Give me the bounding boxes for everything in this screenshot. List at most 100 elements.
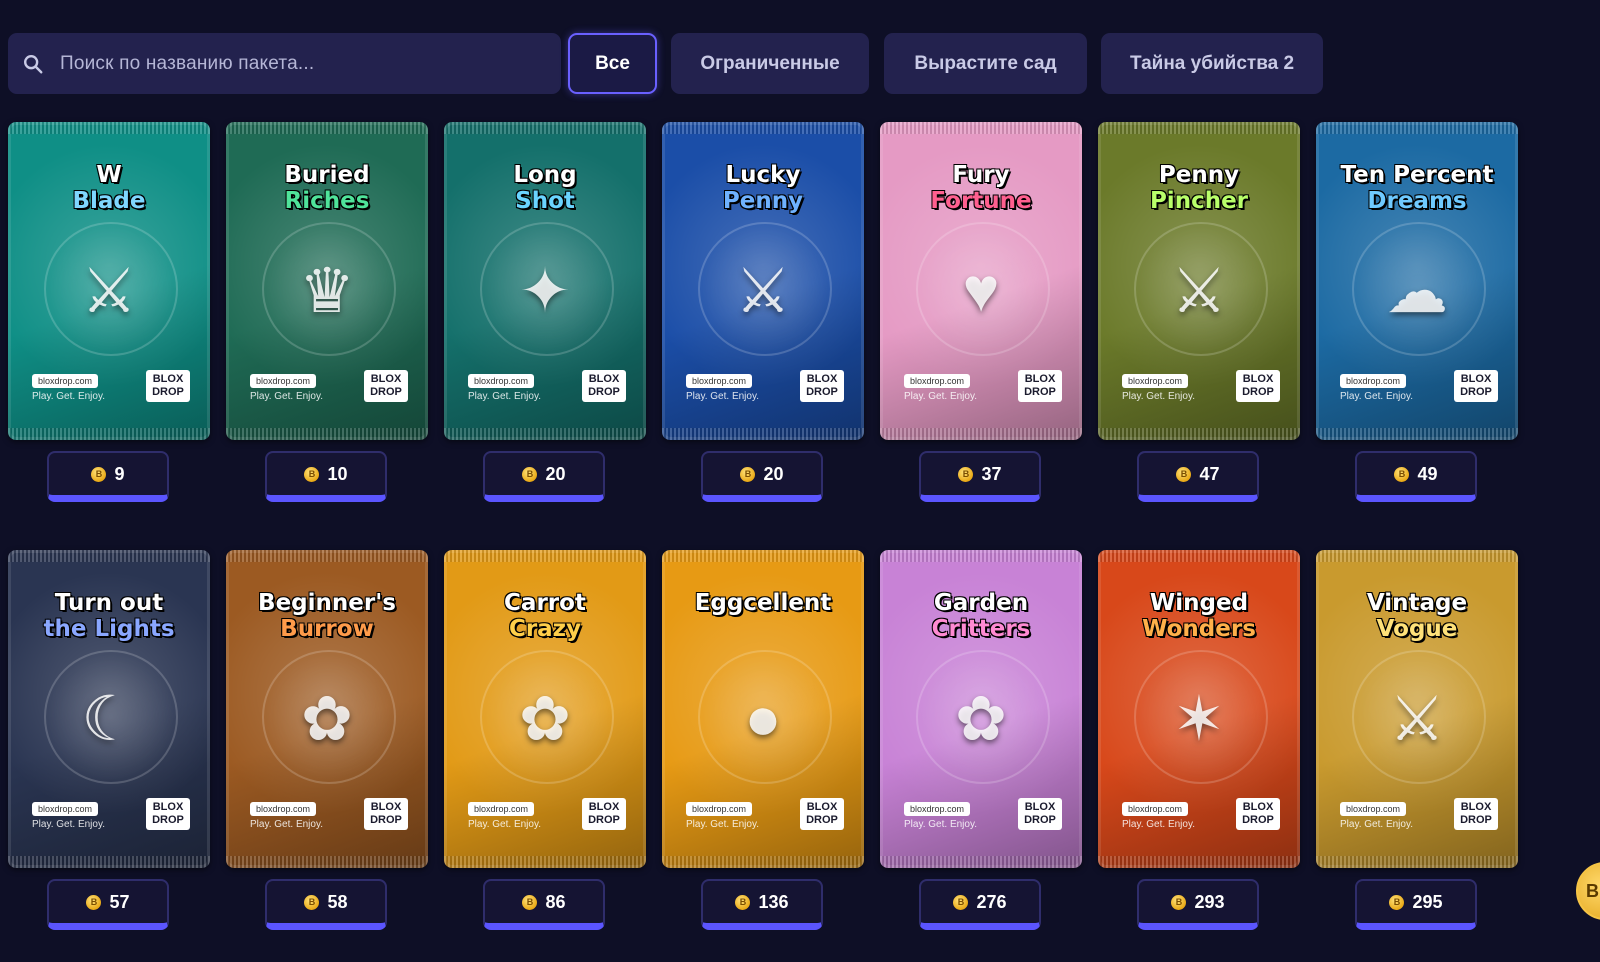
pack-price-button[interactable]: B 58 [265,879,387,930]
pack-site-label: bloxdrop.com [1340,374,1407,388]
pack-title-line1: Fury [952,162,1010,188]
pack-item-icon: ☾ [81,684,137,754]
pack-price-button[interactable]: B 49 [1355,451,1477,502]
pack-title-line1: Winged [1149,590,1249,616]
pack-image[interactable]: Buried Riches ♛ bloxdrop.com Play. Get. … [226,122,428,440]
logo-line1: BLOX [806,801,838,813]
pack-slogan: Play. Get. Enjoy. [468,819,541,830]
coin-icon: B [1394,466,1410,482]
pack-title-line2: Dreams [1367,188,1467,214]
pack-image[interactable]: Ten Percent Dreams ☁ bloxdrop.com Play. … [1316,122,1518,440]
pack-image[interactable]: Carrot Crazy ✿ bloxdrop.com Play. Get. E… [444,550,646,868]
pack-price: 136 [758,891,789,912]
pack-price: 58 [327,891,348,912]
bloxdrop-logo: BLOX DROP [1236,798,1280,830]
pack-title: Ten Percent Dreams [1316,162,1518,214]
search-input[interactable]: Поиск по названию пакета... [8,33,561,94]
pack-site-label: bloxdrop.com [686,374,753,388]
bloxdrop-logo: BLOX DROP [364,370,408,402]
pack-crimp-bottom [8,428,210,440]
pack-price-button[interactable]: B 86 [483,879,605,930]
pack-item-icon: ♛ [299,256,355,326]
pack-price-button[interactable]: B 47 [1137,451,1259,502]
pack-price-button[interactable]: B 295 [1355,879,1477,930]
pack-price-button[interactable]: B 20 [701,451,823,502]
bloxdrop-logo: BLOX DROP [1454,798,1498,830]
pack-image[interactable]: Beginner's Burrow ✿ bloxdrop.com Play. G… [226,550,428,868]
pack-image[interactable]: Eggcellent ● bloxdrop.com Play. Get. Enj… [662,550,864,868]
pack-image[interactable]: Long Shot ✦ bloxdrop.com Play. Get. Enjo… [444,122,646,440]
bloxdrop-logo: BLOX DROP [146,798,190,830]
filter-tab-all[interactable]: Все [568,33,657,94]
pack-title: Garden Critters [880,590,1082,642]
pack-item-icon: ✿ [955,684,1007,754]
pack-price: 276 [976,891,1007,912]
logo-line1: BLOX [588,373,620,385]
pack-crimp-bottom [880,856,1082,868]
pack-title-line1: Garden [933,590,1029,616]
pack-title-line2: Shot [515,188,575,214]
pack-title-line1: Buried [284,162,370,188]
bloxdrop-logo: BLOX DROP [146,370,190,402]
pack-price-button[interactable]: B 37 [919,451,1041,502]
pack-title-line2: Pincher [1149,188,1249,214]
pack-crimp-top [880,550,1082,562]
pack-slogan: Play. Get. Enjoy. [1340,819,1413,830]
pack-image[interactable]: Fury Fortune ♥ bloxdrop.com Play. Get. E… [880,122,1082,440]
pack-price: 295 [1412,891,1443,912]
pack-image[interactable]: W Blade ⚔ bloxdrop.com Play. Get. Enjoy.… [8,122,210,440]
logo-line2: DROP [1460,814,1492,826]
filter-tab-murder-mystery-2[interactable]: Тайна убийства 2 [1101,33,1323,94]
pack-site-label: bloxdrop.com [468,374,535,388]
pack-price-button[interactable]: B 9 [47,451,169,502]
pack-crimp-top [8,550,210,562]
pack-slogan: Play. Get. Enjoy. [686,391,759,402]
logo-line1: BLOX [152,801,184,813]
pack-image[interactable]: Winged Wonders ✶ bloxdrop.com Play. Get.… [1098,550,1300,868]
pack-slogan: Play. Get. Enjoy. [1122,391,1195,402]
pack-site-label: bloxdrop.com [1122,802,1189,816]
logo-line2: DROP [1024,814,1056,826]
logo-line1: BLOX [806,373,838,385]
pack-site-label: bloxdrop.com [32,374,99,388]
pack-site-label: bloxdrop.com [686,802,753,816]
pack-title: Lucky Penny [662,162,864,214]
pack-site-label: bloxdrop.com [904,374,971,388]
pack-crimp-top [1316,550,1518,562]
pack-price-button[interactable]: B 57 [47,879,169,930]
bloxdrop-logo: BLOX DROP [364,798,408,830]
logo-line1: BLOX [1460,801,1492,813]
pack-price: 47 [1199,463,1220,484]
logo-line2: DROP [1242,814,1274,826]
filter-tab-grow-a-garden[interactable]: Вырастите сад [884,33,1087,94]
pack-price-button[interactable]: B 10 [265,451,387,502]
pack-price-button[interactable]: B 136 [701,879,823,930]
pack-image[interactable]: Vintage Vogue ⚔ bloxdrop.com Play. Get. … [1316,550,1518,868]
pack-item-icon: ✶ [1173,684,1225,754]
pack-item-icon: ♥ [962,255,1000,325]
logo-line2: DROP [588,386,620,398]
pack-crimp-bottom [1098,428,1300,440]
pack-title: Carrot Crazy [444,590,646,642]
pack-item-icon: ● [744,683,782,753]
pack-title: Long Shot [444,162,646,214]
pack-image[interactable]: Lucky Penny ⚔ bloxdrop.com Play. Get. En… [662,122,864,440]
logo-line2: DROP [1242,386,1274,398]
pack-price-button[interactable]: B 293 [1137,879,1259,930]
pack-image[interactable]: Penny Pincher ⚔ bloxdrop.com Play. Get. … [1098,122,1300,440]
search-placeholder: Поиск по названию пакета... [60,52,315,74]
pack-price-button[interactable]: B 276 [919,879,1041,930]
pack-crimp-top [662,122,864,134]
pack-crimp-bottom [1316,428,1518,440]
logo-line1: BLOX [370,801,402,813]
pack-image[interactable]: Garden Critters ✿ bloxdrop.com Play. Get… [880,550,1082,868]
pack-site-label: bloxdrop.com [468,802,535,816]
pack-title-line2: Crazy [508,616,582,642]
side-coin-button[interactable]: B [1576,862,1600,920]
filter-tab-limited[interactable]: Ограниченные [671,33,869,94]
pack-price-button[interactable]: B 20 [483,451,605,502]
logo-line1: BLOX [1242,373,1274,385]
pack-crimp-top [1098,550,1300,562]
pack-item-icon: ⚔ [1171,256,1227,326]
pack-image[interactable]: Turn out the Lights ☾ bloxdrop.com Play.… [8,550,210,868]
